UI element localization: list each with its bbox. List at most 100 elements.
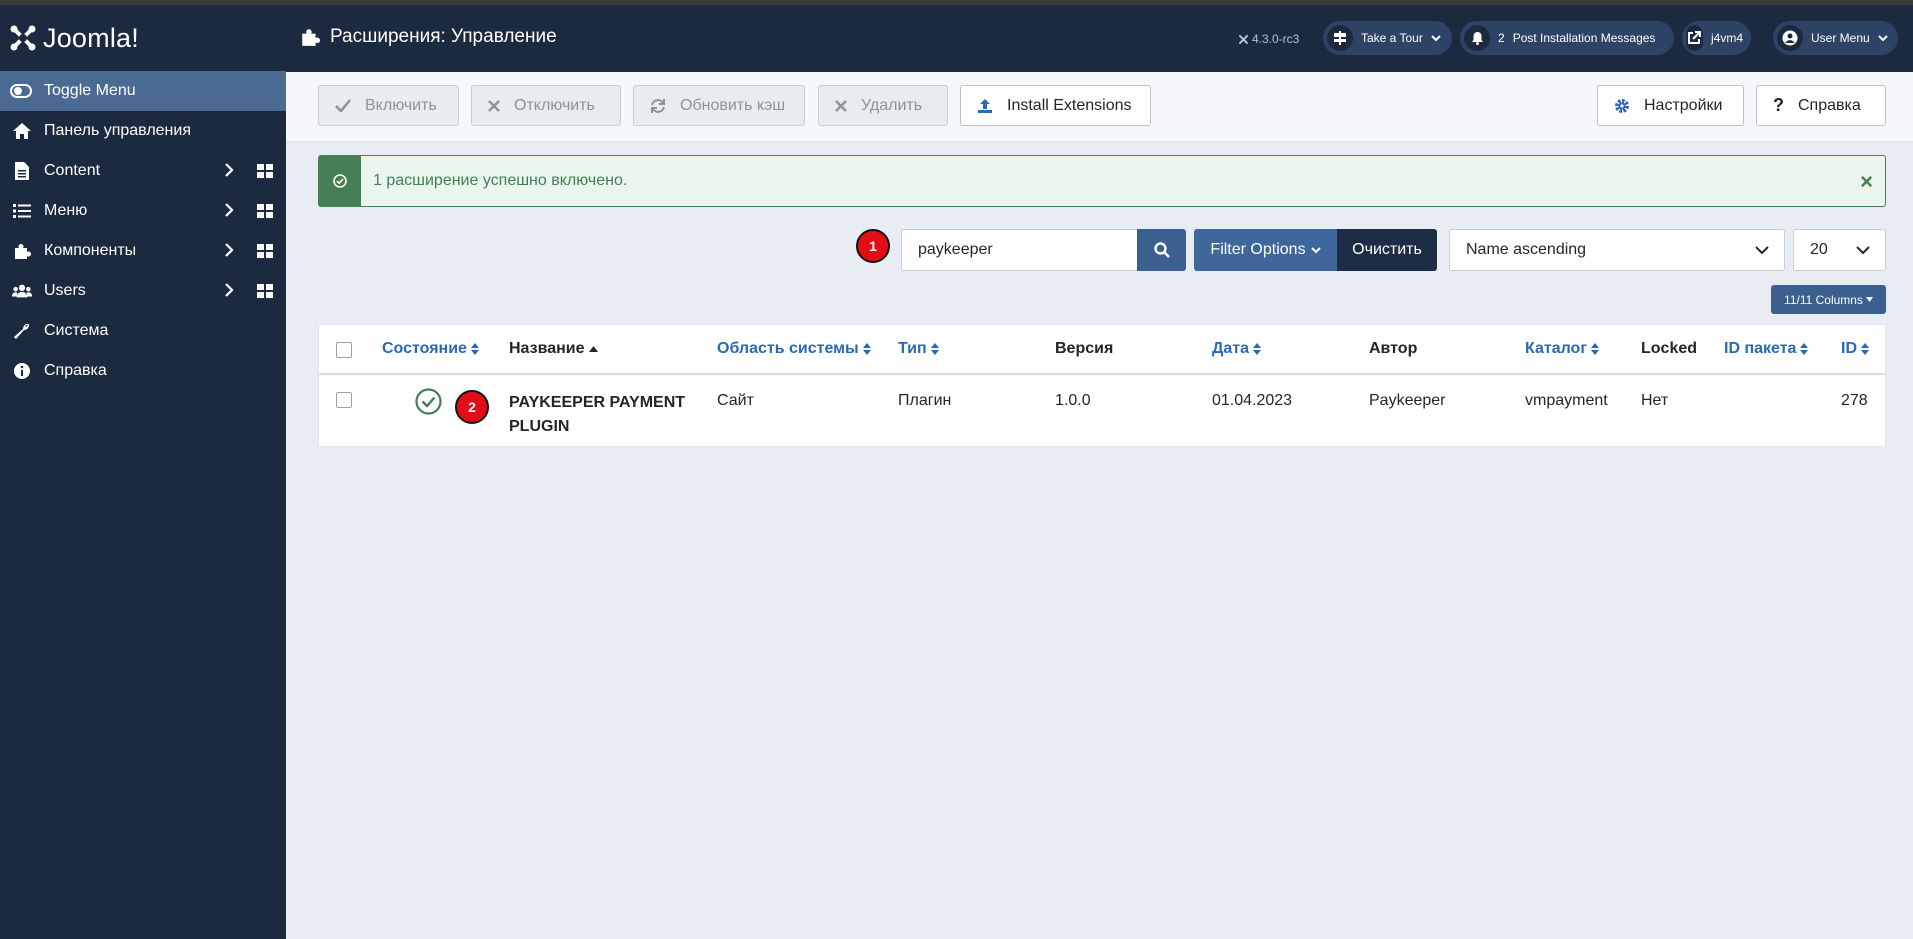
help-button[interactable]: ? Справка: [1756, 85, 1886, 126]
sort-icon: [1590, 343, 1599, 355]
toggle-menu-button[interactable]: Toggle Menu: [0, 71, 286, 111]
step-badge-2: 2: [455, 390, 489, 424]
dashboard-grid-icon[interactable]: [257, 204, 273, 218]
home-icon: [12, 121, 32, 141]
enabled-status-icon[interactable]: [415, 388, 442, 420]
column-header-version-label: Версия: [1055, 340, 1114, 357]
dashboard-grid-icon[interactable]: [257, 164, 273, 178]
extension-name-link[interactable]: PAYKEEPER PAYMENT PLUGIN: [509, 391, 685, 439]
column-header-folder-label: Каталог: [1525, 340, 1587, 357]
refresh-cache-button[interactable]: Обновить кэш: [633, 85, 805, 126]
column-header-name-label: Название: [509, 340, 585, 357]
cell-client: Сайт: [717, 392, 754, 409]
filter-options-button[interactable]: Filter Options: [1194, 229, 1337, 271]
step-badge-1: 1: [856, 229, 890, 263]
chevron-down-icon: [1740, 230, 1784, 270]
sort-icon: [862, 343, 871, 355]
row-checkbox[interactable]: [336, 392, 352, 408]
ordering-select[interactable]: Name ascending: [1449, 229, 1785, 271]
toggle-icon: [10, 84, 32, 98]
ordering-value: Name ascending: [1466, 241, 1587, 258]
extensions-table: Состояние Название Область системы Тип В…: [318, 324, 1886, 447]
column-header-client[interactable]: Область системы: [717, 340, 871, 358]
logo-text: Joomla!: [43, 22, 139, 53]
cell-type: Плагин: [898, 392, 952, 409]
sidebar-item-menus[interactable]: Меню: [0, 191, 286, 231]
enable-button[interactable]: Включить: [318, 85, 459, 126]
joomla-logo-icon: [10, 25, 36, 51]
take-a-tour-label: Take a Tour: [1361, 31, 1423, 45]
chevron-down-icon: [1877, 35, 1888, 42]
sort-icon: [470, 343, 479, 355]
list-limit-select[interactable]: 20: [1793, 229, 1886, 271]
column-header-state[interactable]: Состояние: [382, 340, 479, 358]
disable-button[interactable]: Отключить: [471, 85, 621, 126]
caret-down-icon: [1865, 297, 1873, 302]
delete-label: Удалить: [861, 96, 923, 114]
chevron-right-icon[interactable]: [224, 242, 234, 258]
sidebar-item-label: Справка: [44, 362, 107, 379]
column-header-version: Версия: [1055, 340, 1113, 358]
chevron-right-icon[interactable]: [224, 202, 234, 218]
column-header-client-label: Область системы: [717, 340, 859, 357]
column-header-date[interactable]: Дата: [1212, 340, 1262, 358]
enable-label: Включить: [365, 96, 437, 114]
chevron-down-icon: [1841, 230, 1885, 270]
column-header-name[interactable]: Название: [509, 340, 598, 358]
column-header-locked-label: Locked: [1641, 340, 1698, 357]
check-circle-icon: [319, 156, 361, 206]
signpost-icon: [1327, 25, 1353, 51]
take-a-tour-button[interactable]: Take a Tour: [1323, 21, 1452, 55]
version-label: 4.3.0-rc3: [1238, 32, 1299, 46]
chevron-down-icon: [1431, 35, 1441, 42]
dashboard-grid-icon[interactable]: [257, 244, 273, 258]
sort-icon: [1253, 343, 1262, 355]
column-header-locked: Locked: [1641, 340, 1697, 358]
puzzle-icon: [12, 241, 32, 261]
install-extensions-button[interactable]: Install Extensions: [960, 85, 1151, 126]
sidebar-item-content[interactable]: Content: [0, 151, 286, 191]
user-menu-button[interactable]: User Menu: [1773, 21, 1898, 55]
column-header-type[interactable]: Тип: [898, 340, 939, 358]
dashboard-grid-icon[interactable]: [257, 284, 273, 298]
sidebar-item-label: Панель управления: [44, 122, 191, 139]
delete-button[interactable]: Удалить: [818, 85, 948, 126]
sort-icon: [1800, 343, 1809, 355]
column-header-date-label: Дата: [1212, 340, 1250, 357]
alert-close-button[interactable]: ×: [1860, 169, 1873, 195]
columns-dropdown-button[interactable]: 11/11 Columns: [1771, 285, 1886, 314]
search-button[interactable]: [1137, 229, 1186, 271]
notifications-count: 2: [1498, 31, 1505, 45]
column-header-folder[interactable]: Каталог: [1525, 340, 1599, 358]
columns-label: 11/11 Columns: [1784, 292, 1863, 307]
options-button[interactable]: Настройки: [1597, 85, 1744, 126]
times-icon: [488, 99, 500, 112]
column-header-author-label: Автор: [1369, 340, 1418, 357]
joomla-logo[interactable]: Joomla!: [0, 5, 286, 71]
success-alert: 1 расширение успешно включено. ×: [318, 155, 1886, 207]
chevron-right-icon[interactable]: [224, 282, 234, 298]
chevron-right-icon[interactable]: [224, 162, 234, 178]
sort-icon: [930, 343, 939, 355]
top-header: Расширения: Управление 4.3.0-rc3 Take a …: [286, 5, 1913, 72]
users-icon: [12, 281, 32, 301]
sidebar-item-label: Content: [44, 162, 101, 179]
user-circle-icon: [1777, 25, 1803, 51]
sidebar-item-label: Система: [44, 322, 109, 339]
toggle-menu-label: Toggle Menu: [44, 82, 136, 99]
select-all-checkbox[interactable]: [336, 342, 352, 358]
cell-date: 01.04.2023: [1212, 392, 1293, 409]
column-header-package-id[interactable]: ID пакета: [1724, 340, 1809, 358]
sidebar-item-help[interactable]: Справка: [0, 351, 286, 391]
sidebar-item-users[interactable]: Users: [0, 271, 286, 311]
sidebar-item-system[interactable]: Система: [0, 311, 286, 351]
sidebar-item-label: Меню: [44, 202, 88, 219]
site-link-button[interactable]: j4vm4: [1682, 21, 1751, 55]
sidebar-item-dashboard[interactable]: Панель управления: [0, 111, 286, 151]
column-header-id[interactable]: ID: [1841, 340, 1869, 358]
search-input[interactable]: [901, 229, 1137, 271]
sidebar-item-components[interactable]: Компоненты: [0, 231, 286, 271]
options-label: Настройки: [1644, 96, 1723, 114]
post-installation-messages-button[interactable]: 2 Post Installation Messages: [1460, 21, 1674, 55]
clear-button[interactable]: Очистить: [1337, 229, 1437, 271]
